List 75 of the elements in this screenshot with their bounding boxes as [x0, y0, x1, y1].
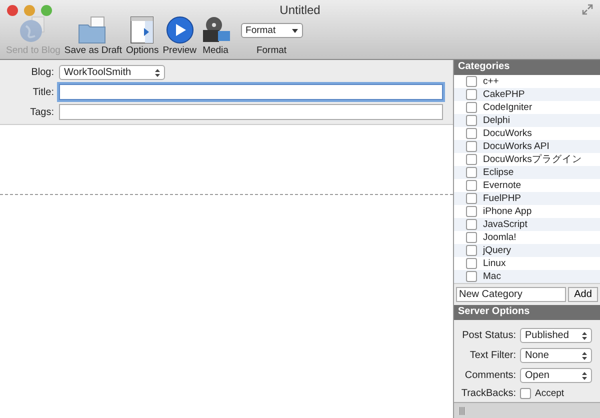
checkbox[interactable]: [466, 154, 477, 165]
checkbox[interactable]: [466, 271, 477, 282]
checkbox[interactable]: [466, 245, 477, 256]
category-label: CakePHP: [483, 89, 525, 100]
toolbar-button[interactable]: Preview: [162, 16, 197, 56]
panel-icon: [130, 16, 154, 44]
fullscreen-icon[interactable]: [582, 4, 593, 15]
film-reel-icon: [200, 16, 231, 44]
category-label: DocuWorks: [483, 128, 532, 139]
window-title: Untitled: [278, 3, 322, 17]
format-dropdown[interactable]: Format: [240, 23, 303, 38]
checkbox[interactable]: [466, 206, 477, 217]
category-label: JavaScript: [483, 219, 528, 230]
checkbox[interactable]: [466, 180, 477, 191]
category-label: Mac: [483, 271, 501, 282]
stepper-arrows-icon: [582, 352, 587, 360]
category-label: Eclipse: [483, 167, 514, 178]
toolbar-button[interactable]: Media: [200, 16, 231, 56]
blog-dropdown[interactable]: WorkToolSmith: [59, 65, 165, 80]
option-dropdown[interactable]: Open: [520, 368, 592, 383]
checkbox[interactable]: [466, 167, 477, 178]
section-header: Server Options: [454, 305, 600, 320]
minimize-button[interactable]: [24, 4, 35, 16]
option-dropdown[interactable]: None: [520, 348, 592, 363]
toolbar-label: Options: [126, 45, 159, 56]
field-label: Blog:: [30, 67, 54, 78]
toolbar-label: Save as Draft: [64, 45, 122, 56]
checkbox[interactable]: [466, 102, 477, 113]
toolbar-label: Format: [256, 45, 287, 56]
category-label: c++: [483, 76, 499, 87]
toolbar-button[interactable]: Save as Draft: [64, 16, 122, 56]
option-label: TrackBacks:: [460, 388, 516, 399]
play-icon: [166, 16, 194, 44]
category-label: DocuWorksプラグイン: [483, 153, 582, 166]
category-label: Joomla!: [483, 232, 516, 243]
checkbox[interactable]: [466, 89, 477, 100]
category-label: Delphi: [483, 115, 510, 126]
option-label: Post Status:: [461, 330, 516, 341]
checkbox[interactable]: [466, 115, 477, 126]
section-header: Categories: [454, 60, 600, 75]
category-label: FuelPHP: [483, 193, 522, 204]
checkbox[interactable]: [466, 193, 477, 204]
toolbar-button[interactable]: Options: [126, 16, 159, 56]
category-label: CodeIgniter: [483, 102, 532, 113]
checkbox[interactable]: [466, 219, 477, 230]
close-button[interactable]: [7, 4, 18, 16]
field-label: Tags:: [29, 106, 54, 118]
option-dropdown[interactable]: Published: [520, 328, 592, 343]
resize-grip-icon[interactable]: [459, 406, 465, 414]
toolbar-label: Media: [202, 45, 228, 56]
add-button[interactable]: Add: [568, 287, 598, 302]
field-label: Title:: [32, 86, 54, 98]
stepper-arrows-icon: [155, 68, 160, 76]
checkbox[interactable]: [466, 128, 477, 139]
toolbar-label: Preview: [162, 45, 197, 56]
checkbox[interactable]: [466, 76, 477, 87]
caret-icon: [292, 28, 298, 32]
checkbox[interactable]: [520, 388, 531, 399]
checkbox[interactable]: [466, 258, 477, 269]
stepper-arrows-icon: [582, 332, 587, 340]
category-label: DocuWorks API: [483, 141, 550, 152]
category-label: jQuery: [483, 245, 511, 256]
tags-field[interactable]: [59, 104, 443, 120]
option-label: Comments:: [464, 370, 516, 381]
category-label: iPhone App: [483, 206, 532, 217]
new-category-field[interactable]: New Category: [456, 287, 566, 302]
checkbox[interactable]: [466, 141, 477, 152]
title-field[interactable]: [59, 84, 443, 100]
checkbox-label: Accept: [535, 388, 564, 399]
zoom-button[interactable]: [41, 4, 52, 16]
option-label: Text Filter:: [468, 350, 516, 361]
checkbox[interactable]: [466, 232, 477, 243]
category-label: Linux: [483, 258, 506, 269]
stepper-arrows-icon: [582, 372, 587, 380]
category-label: Evernote: [483, 180, 522, 191]
